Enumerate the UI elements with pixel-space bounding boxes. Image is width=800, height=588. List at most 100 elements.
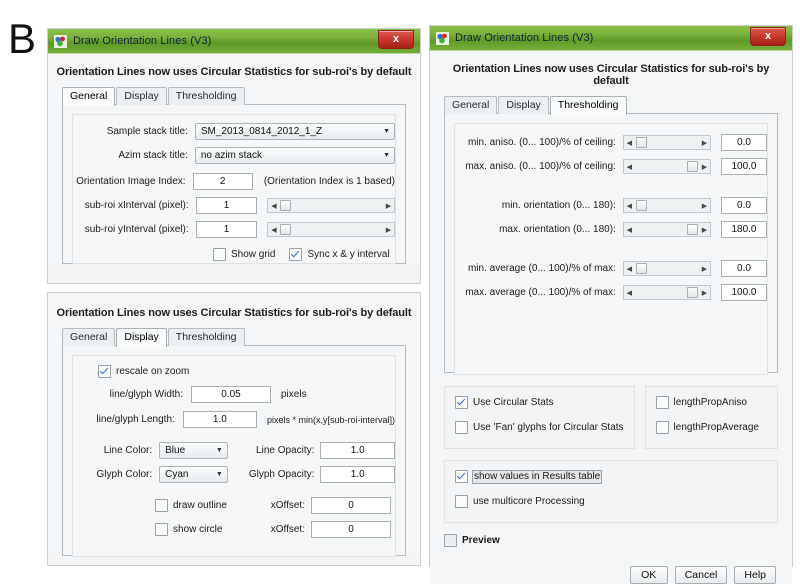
checkbox-show-values-results-table[interactable]: show values in Results table [455, 469, 603, 484]
checkbox-rescale-on-zoom[interactable]: rescale on zoom [98, 365, 189, 378]
slider-thumb[interactable] [635, 263, 647, 274]
slider-right-arrow-icon[interactable]: ▶ [382, 223, 394, 236]
chevron-down-icon: ▼ [383, 152, 390, 159]
checkbox-length-prop-aniso[interactable]: lengthPropAniso [655, 396, 747, 409]
sub-roi-y-interval-slider[interactable]: ◀ ▶ [267, 222, 395, 237]
slider-right-arrow-icon[interactable]: ▶ [382, 199, 394, 212]
azim-stack-title-combo[interactable]: no azim stack ▼ [194, 147, 395, 164]
slider-left-arrow-icon[interactable]: ◀ [623, 262, 635, 275]
row-max-average: max. average (0... 100)/% of max: ◀ ▶ 10… [455, 284, 767, 301]
tab-general[interactable]: General [62, 87, 116, 106]
slider-left-arrow-icon[interactable]: ◀ [623, 223, 635, 236]
slider-track[interactable] [635, 262, 699, 275]
slider-left-arrow-icon[interactable]: ◀ [623, 286, 635, 299]
x-offset-2-input[interactable]: 0 [311, 521, 391, 538]
x-offset-1-input[interactable]: 0 [311, 497, 391, 514]
slider-thumb[interactable] [635, 200, 647, 211]
checkbox-length-prop-average[interactable]: lengthPropAverage [655, 421, 759, 434]
slider-right-arrow-icon[interactable]: ▶ [698, 262, 710, 275]
tab-general[interactable]: General [62, 328, 116, 346]
checkbox-use-multicore-processing-label: use multicore Processing [473, 495, 585, 507]
orientation-image-index-input[interactable]: 2 [192, 173, 253, 190]
tab-thresholding[interactable]: Thresholding [549, 96, 627, 115]
cancel-button[interactable]: Cancel [674, 566, 728, 584]
close-icon[interactable]: x [750, 27, 786, 46]
checkbox-use-fan-glyphs[interactable]: Use 'Fan' glyphs for Circular Stats [455, 421, 624, 434]
slider-track[interactable] [635, 286, 699, 299]
checkbox-show-circle-label: show circle [173, 523, 223, 535]
slider-thumb[interactable] [686, 161, 698, 172]
tab-general[interactable]: General [444, 96, 498, 114]
slider-left-arrow-icon[interactable]: ◀ [268, 199, 280, 212]
checkbox-use-circular-stats[interactable]: Use Circular Stats [455, 396, 554, 409]
min-average-input[interactable]: 0.0 [720, 260, 767, 277]
slider-track[interactable] [279, 223, 383, 236]
slider-right-arrow-icon[interactable]: ▶ [698, 199, 710, 212]
checkbox-show-circle[interactable]: show circle [155, 523, 253, 536]
checkbox-show-grid[interactable]: Show grid [213, 248, 275, 261]
glyph-color-combo[interactable]: Cyan ▼ [159, 466, 228, 483]
line-color-combo[interactable]: Blue ▼ [159, 442, 228, 459]
sub-roi-y-interval-input[interactable]: 1 [195, 221, 258, 238]
slider-left-arrow-icon[interactable]: ◀ [623, 160, 635, 173]
sub-roi-x-interval-input[interactable]: 1 [195, 197, 258, 214]
tab-thresholding[interactable]: Thresholding [167, 87, 245, 105]
glyph-opacity-input[interactable]: 1.0 [320, 466, 395, 483]
app-icon [436, 31, 449, 45]
slider-thumb[interactable] [686, 287, 698, 298]
sub-roi-x-interval-slider[interactable]: ◀ ▶ [267, 198, 395, 213]
max-orientation-slider[interactable]: ◀ ▶ [622, 222, 711, 237]
min-orientation-slider[interactable]: ◀ ▶ [622, 198, 711, 213]
close-icon[interactable]: x [378, 30, 414, 49]
titlebar-thresholding[interactable]: Draw Orientation Lines (V3) x [430, 26, 792, 51]
min-average-slider[interactable]: ◀ ▶ [622, 261, 711, 276]
min-orientation-input[interactable]: 0.0 [720, 197, 767, 214]
checkbox-box [455, 396, 468, 409]
max-orientation-input[interactable]: 180.0 [720, 221, 767, 238]
slider-left-arrow-icon[interactable]: ◀ [623, 199, 635, 212]
line-glyph-length-input[interactable]: 1.0 [182, 411, 257, 428]
checkbox-sync-xy-interval[interactable]: Sync x & y interval [289, 248, 390, 261]
slider-right-arrow-icon[interactable]: ▶ [698, 160, 710, 173]
slider-track[interactable] [279, 199, 383, 212]
slider-track[interactable] [635, 136, 699, 149]
titlebar-general[interactable]: Draw Orientation Lines (V3) x [48, 29, 420, 54]
line-color-label: Line Color: [103, 445, 153, 456]
slider-right-arrow-icon[interactable]: ▶ [698, 223, 710, 236]
slider-thumb[interactable] [280, 200, 292, 211]
slider-right-arrow-icon[interactable]: ▶ [698, 136, 710, 149]
checkbox-show-values-results-table-label: show values in Results table [471, 469, 603, 484]
tab-display[interactable]: Display [116, 328, 167, 347]
checkbox-use-multicore-processing[interactable]: use multicore Processing [455, 495, 585, 508]
slider-thumb[interactable] [635, 137, 647, 148]
slider-right-arrow-icon[interactable]: ▶ [698, 286, 710, 299]
max-aniso-slider[interactable]: ◀ ▶ [622, 159, 711, 174]
checkbox-show-grid-label: Show grid [231, 248, 276, 260]
slider-left-arrow-icon[interactable]: ◀ [623, 136, 635, 149]
sample-stack-title-combo[interactable]: SM_2013_0814_2012_1_Z ▼ [194, 123, 395, 140]
line-glyph-width-input[interactable]: 0.05 [191, 386, 271, 403]
azim-stack-title-value: no azim stack [200, 150, 262, 161]
slider-track[interactable] [635, 160, 699, 173]
banner-general: Orientation Lines now uses Circular Stat… [56, 66, 412, 78]
preview-row: Preview [444, 534, 792, 552]
slider-left-arrow-icon[interactable]: ◀ [268, 223, 280, 236]
tab-display[interactable]: Display [116, 87, 167, 105]
max-aniso-input[interactable]: 100.0 [720, 158, 767, 175]
tab-thresholding[interactable]: Thresholding [167, 328, 245, 346]
help-button[interactable]: Help [734, 566, 776, 584]
line-opacity-input[interactable]: 1.0 [320, 442, 395, 459]
slider-thumb[interactable] [686, 224, 698, 235]
max-average-input[interactable]: 100.0 [720, 284, 767, 301]
max-average-slider[interactable]: ◀ ▶ [622, 285, 711, 300]
slider-track[interactable] [635, 199, 699, 212]
checkbox-draw-outline[interactable]: draw outline [155, 499, 253, 512]
tab-display[interactable]: Display [498, 96, 549, 114]
checkbox-preview[interactable]: Preview [444, 534, 500, 547]
min-aniso-input[interactable]: 0.0 [720, 134, 767, 151]
slider-thumb[interactable] [280, 224, 292, 235]
row-azim-stack-title: Azim stack title: no azim stack ▼ [73, 147, 395, 164]
slider-track[interactable] [635, 223, 699, 236]
ok-button[interactable]: OK [629, 566, 668, 584]
min-aniso-slider[interactable]: ◀ ▶ [622, 135, 711, 150]
